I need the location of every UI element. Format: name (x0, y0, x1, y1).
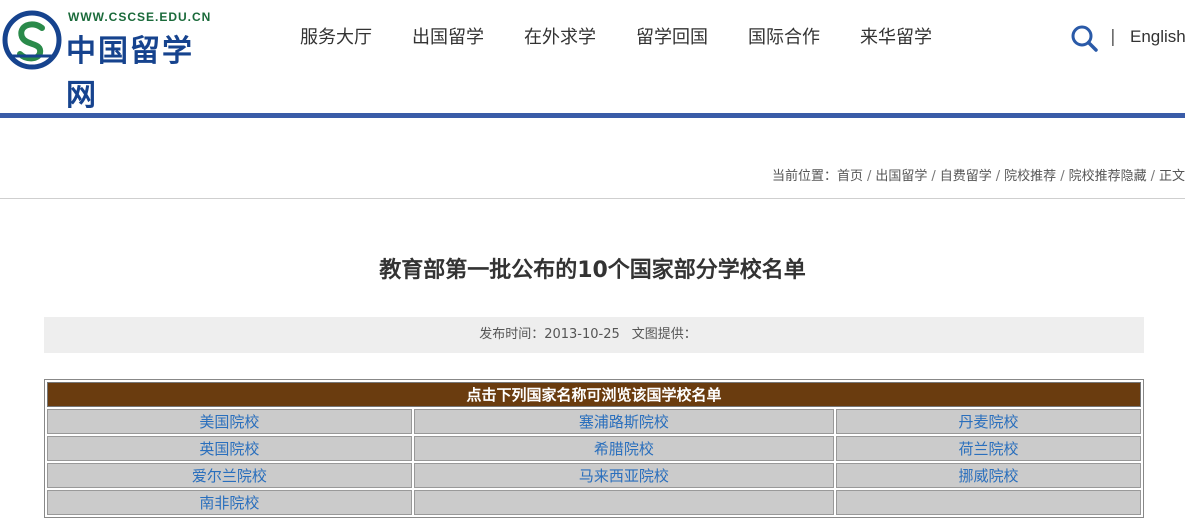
breadcrumb-study-abroad[interactable]: 出国留学 (875, 169, 927, 184)
search-icon[interactable] (1070, 24, 1098, 52)
country-link-uk[interactable]: 英国院校 (199, 440, 259, 458)
table-row: 美国院校 塞浦路斯院校 丹麦院校 (47, 409, 1141, 434)
country-link-greece[interactable]: 希腊院校 (594, 440, 654, 458)
nav-item-study-in-china[interactable]: 来华留学 (860, 26, 932, 50)
site-logo[interactable]: WWW.CSCSE.EDU.CN 中国留学网 (0, 6, 220, 113)
site-header: WWW.CSCSE.EDU.CN 中国留学网 服务大厅 出国留学 在外求学 留学… (0, 0, 1185, 113)
breadcrumb-school-recommend-hidden[interactable]: 院校推荐隐藏 (1069, 169, 1147, 184)
country-link-netherlands[interactable]: 荷兰院校 (959, 440, 1019, 458)
country-link-south-africa[interactable]: 南非院校 (199, 494, 259, 512)
english-link[interactable]: English (1130, 27, 1185, 47)
article-meta: 发布时间：2013-10-25 文图提供： (44, 317, 1144, 353)
country-link-malaysia[interactable]: 马来西亚院校 (579, 467, 669, 485)
breadcrumb-home[interactable]: 首页 (837, 169, 863, 184)
breadcrumb-prefix: 当前位置： (771, 169, 837, 184)
country-table-wrapper: 点击下列国家名称可浏览该国学校名单 美国院校 塞浦路斯院校 丹麦院校 英国院校 … (44, 379, 1144, 518)
language-separator: | (1110, 27, 1116, 47)
country-school-table: 点击下列国家名称可浏览该国学校名单 美国院校 塞浦路斯院校 丹麦院校 英国院校 … (44, 379, 1144, 518)
country-link-usa[interactable]: 美国院校 (199, 413, 259, 431)
country-link-ireland[interactable]: 爱尔兰院校 (192, 467, 267, 485)
nav-item-international-cooperation[interactable]: 国际合作 (748, 26, 820, 50)
nav-item-study-abroad[interactable]: 出国留学 (412, 26, 484, 50)
country-link-denmark[interactable]: 丹麦院校 (959, 413, 1019, 431)
country-link-norway[interactable]: 挪威院校 (959, 467, 1019, 485)
article-title: 教育部第一批公布的10个国家部分学校名单 (379, 258, 806, 283)
breadcrumb-self-funded[interactable]: 自费留学 (940, 169, 992, 184)
table-row: 爱尔兰院校 马来西亚院校 挪威院校 (47, 463, 1141, 488)
table-header: 点击下列国家名称可浏览该国学校名单 (47, 382, 1141, 407)
breadcrumb-school-recommend[interactable]: 院校推荐 (1004, 169, 1056, 184)
header-accent-bar (0, 113, 1185, 118)
publish-date: 发布时间：2013-10-25 (479, 327, 620, 342)
nav-item-service-hall[interactable]: 服务大厅 (300, 26, 372, 50)
nav-item-return-home[interactable]: 留学回国 (636, 26, 708, 50)
nav-item-studying-overseas[interactable]: 在外求学 (524, 26, 596, 50)
breadcrumb: 当前位置：首页 / 出国留学 / 自费留学 / 院校推荐 / 院校推荐隐藏 / 正文 (771, 169, 1185, 184)
divider (0, 198, 1185, 199)
logo-url-text: WWW.CSCSE.EDU.CN (68, 10, 212, 24)
logo-name-text: 中国留学网 (66, 34, 194, 113)
source-label: 文图提供： (631, 327, 697, 342)
empty-cell (413, 490, 835, 515)
breadcrumb-current: 正文 (1158, 169, 1185, 184)
empty-cell (836, 490, 1141, 515)
table-row: 南非院校 (47, 490, 1141, 515)
table-row: 英国院校 希腊院校 荷兰院校 (47, 436, 1141, 461)
logo-mark-icon (2, 10, 62, 70)
country-link-cyprus[interactable]: 塞浦路斯院校 (579, 413, 669, 431)
main-nav: 服务大厅 出国留学 在外求学 留学回国 国际合作 来华留学 (300, 26, 972, 50)
